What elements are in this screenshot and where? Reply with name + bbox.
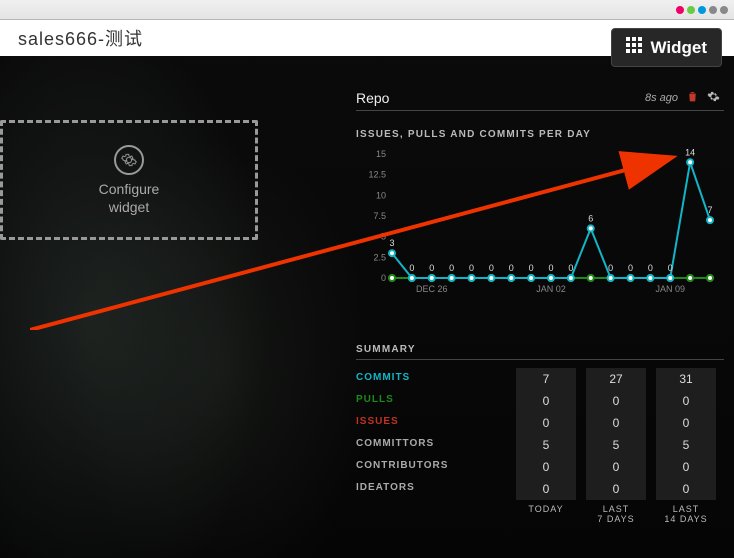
row-contributors-col0: 0 — [516, 456, 576, 478]
svg-text:0: 0 — [469, 263, 474, 273]
row-ideators-col2: 0 — [656, 478, 716, 500]
svg-text:0: 0 — [489, 263, 494, 273]
svg-text:0: 0 — [548, 263, 553, 273]
row-ideators-label: IDEATORS — [356, 478, 506, 500]
row-commits-col0: 7 — [516, 368, 576, 390]
svg-text:15: 15 — [376, 149, 386, 159]
svg-text:7.5: 7.5 — [373, 211, 386, 221]
svg-text:DEC 26: DEC 26 — [416, 284, 448, 294]
summary-col-head: TODAY — [516, 500, 576, 524]
trash-icon[interactable] — [686, 90, 699, 106]
row-issues-col1: 0 — [586, 412, 646, 434]
summary-col-head: LAST7 DAYS — [586, 500, 646, 524]
svg-text:0: 0 — [429, 263, 434, 273]
svg-text:0: 0 — [648, 263, 653, 273]
svg-text:0: 0 — [409, 263, 414, 273]
svg-text:0: 0 — [668, 263, 673, 273]
summary-table: COMMITS72731PULLS000ISSUES000COMMITTORS5… — [356, 368, 724, 524]
row-committors-col0: 5 — [516, 434, 576, 456]
row-ideators-col0: 0 — [516, 478, 576, 500]
chart-area: 0 2.5 5 7.5 10 12.5 15 3 0 0 0 0 0 0 0 0 0 6 0 0 0 0 14 7 DEC 26… — [356, 148, 724, 308]
panel-title: Repo — [356, 90, 389, 106]
row-issues-col0: 0 — [516, 412, 576, 434]
svg-text:0: 0 — [509, 263, 514, 273]
row-commits-col1: 27 — [586, 368, 646, 390]
row-committors-label: COMMITTORS — [356, 434, 506, 456]
configure-label: Configure — [99, 181, 160, 197]
row-contributors-col1: 0 — [586, 456, 646, 478]
svg-text:JAN 09: JAN 09 — [655, 284, 685, 294]
repo-panel: Repo 8s ago ISSUES, PULLS AND COMMITS PE… — [356, 90, 724, 524]
page-title: sales666-测试 — [18, 25, 143, 51]
svg-text:0: 0 — [529, 263, 534, 273]
row-committors-col1: 5 — [586, 434, 646, 456]
browser-chrome — [0, 0, 734, 20]
svg-text:0: 0 — [568, 263, 573, 273]
row-pulls-col1: 0 — [586, 390, 646, 412]
svg-text:10: 10 — [376, 190, 386, 200]
svg-text:2.5: 2.5 — [373, 252, 386, 262]
divider — [356, 359, 724, 360]
svg-text:0: 0 — [381, 273, 386, 283]
row-pulls-label: PULLS — [356, 390, 506, 412]
svg-text:0: 0 — [608, 263, 613, 273]
line-chart: 0 2.5 5 7.5 10 12.5 15 3 0 0 0 0 0 0 0 0 0 6 0 0 0 0 14 7 DEC 26… — [356, 148, 716, 308]
dashboard: sales666-测试 Widget Configure widget Repo… — [0, 20, 734, 558]
configure-sub: widget — [109, 199, 149, 215]
widget-button-label: Widget — [650, 38, 707, 58]
svg-text:14: 14 — [685, 148, 695, 157]
extension-icon[interactable] — [698, 6, 706, 14]
svg-text:0: 0 — [628, 263, 633, 273]
gear-icon — [114, 145, 144, 175]
svg-text:6: 6 — [588, 213, 593, 223]
divider — [356, 110, 724, 111]
row-pulls-col2: 0 — [656, 390, 716, 412]
row-contributors-col2: 0 — [656, 456, 716, 478]
svg-text:5: 5 — [381, 232, 386, 242]
updated-ago: 8s ago — [645, 92, 678, 104]
summary-col-head: LAST14 DAYS — [656, 500, 716, 524]
row-pulls-col0: 0 — [516, 390, 576, 412]
configure-widget-box[interactable]: Configure widget — [0, 120, 258, 240]
row-issues-label: ISSUES — [356, 412, 506, 434]
row-ideators-col1: 0 — [586, 478, 646, 500]
svg-text:7: 7 — [707, 205, 712, 215]
svg-text:0: 0 — [449, 263, 454, 273]
extension-icon[interactable] — [720, 6, 728, 14]
row-issues-col2: 0 — [656, 412, 716, 434]
gear-icon[interactable] — [707, 90, 720, 106]
row-commits-label: COMMITS — [356, 368, 506, 390]
summary-heading: SUMMARY — [356, 344, 724, 355]
row-contributors-label: CONTRIBUTORS — [356, 456, 506, 478]
svg-text:12.5: 12.5 — [368, 170, 386, 180]
row-commits-col2: 31 — [656, 368, 716, 390]
extension-icon[interactable] — [687, 6, 695, 14]
widget-button[interactable]: Widget — [611, 28, 722, 67]
extension-icon[interactable] — [709, 6, 717, 14]
chart-heading: ISSUES, PULLS AND COMMITS PER DAY — [356, 129, 724, 140]
extension-icon[interactable] — [676, 6, 684, 14]
svg-text:JAN 02: JAN 02 — [536, 284, 566, 294]
grid-icon — [626, 37, 642, 58]
row-committors-col2: 5 — [656, 434, 716, 456]
svg-text:3: 3 — [389, 238, 394, 248]
